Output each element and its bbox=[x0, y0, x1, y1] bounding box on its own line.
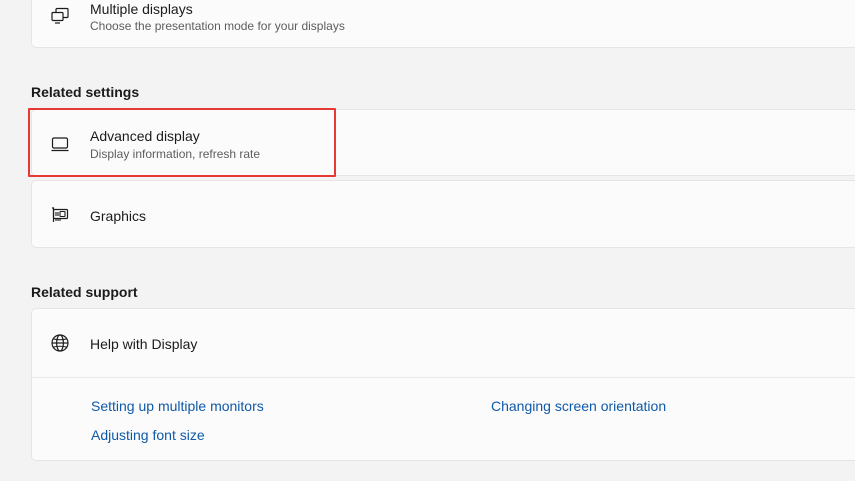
multiple-displays-subtitle: Choose the presentation mode for your di… bbox=[90, 19, 345, 33]
graphics-title: Graphics bbox=[90, 208, 147, 224]
advanced-display-title: Advanced display bbox=[90, 128, 200, 144]
graphics-card-icon bbox=[49, 204, 71, 226]
help-with-display-card: Help with Display Setting up multiple mo… bbox=[31, 308, 855, 461]
link-setting-up-multiple-monitors[interactable]: Setting up multiple monitors bbox=[91, 398, 264, 414]
multiple-displays-icon bbox=[49, 5, 71, 27]
advanced-display-card[interactable]: Advanced display Display information, re… bbox=[31, 109, 855, 176]
monitor-icon bbox=[49, 133, 71, 155]
related-settings-header: Related settings bbox=[31, 84, 140, 100]
link-changing-screen-orientation[interactable]: Changing screen orientation bbox=[491, 398, 666, 414]
help-with-display-title: Help with Display bbox=[90, 336, 198, 352]
advanced-display-row[interactable]: Advanced display Display information, re… bbox=[32, 110, 855, 177]
multiple-displays-title: Multiple displays bbox=[90, 1, 193, 17]
related-support-header: Related support bbox=[31, 284, 138, 300]
multiple-displays-card[interactable]: Multiple displays Choose the presentatio… bbox=[31, 0, 855, 48]
advanced-display-subtitle: Display information, refresh rate bbox=[90, 147, 261, 161]
multiple-displays-row[interactable]: Multiple displays Choose the presentatio… bbox=[32, 0, 855, 49]
globe-icon bbox=[49, 332, 71, 354]
help-divider bbox=[32, 377, 855, 378]
link-adjusting-font-size[interactable]: Adjusting font size bbox=[91, 427, 205, 443]
graphics-row[interactable]: Graphics bbox=[32, 181, 855, 249]
graphics-card[interactable]: Graphics bbox=[31, 180, 855, 248]
help-with-display-row[interactable]: Help with Display bbox=[32, 309, 855, 377]
